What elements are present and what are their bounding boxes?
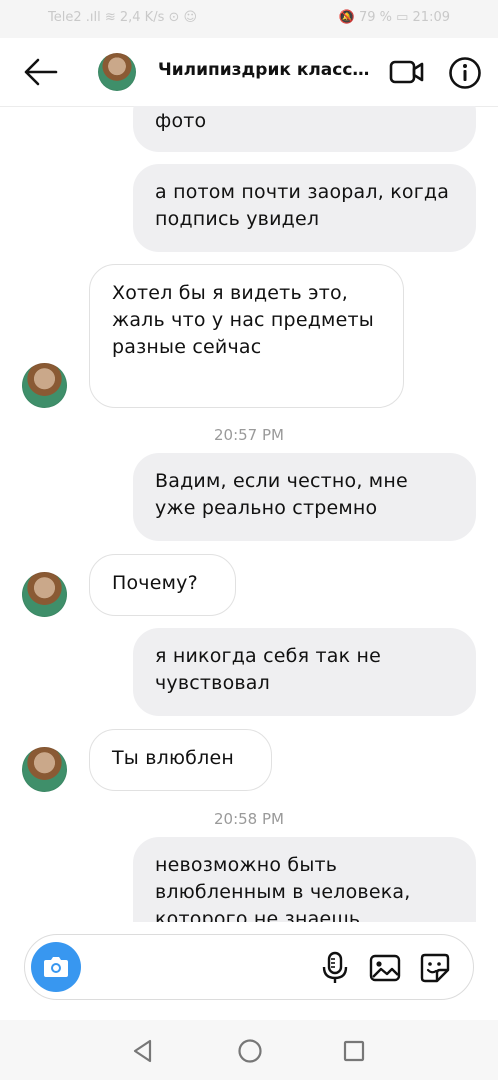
microphone-icon bbox=[322, 951, 348, 983]
chat-header: Чилипиздрик класс… bbox=[0, 38, 498, 107]
back-button[interactable] bbox=[20, 54, 60, 90]
avatar[interactable] bbox=[22, 572, 67, 617]
timestamp: 20:58 PM bbox=[214, 810, 284, 828]
timestamp: 20:57 PM bbox=[214, 426, 284, 444]
status-bar: Tele2 .ıll ≋ 2,4 K/s ⊙ ☺ 🔕 79 % ▭ 21:09 bbox=[0, 0, 498, 38]
message-text: невозможно быть влюбленным в человека, к… bbox=[155, 854, 411, 922]
circle-home-icon bbox=[238, 1039, 262, 1063]
message-text: Вадим, если честно, мне уже реально стре… bbox=[155, 470, 408, 519]
message-list[interactable]: фото а потом почти заорал, когда подпись… bbox=[0, 106, 498, 922]
message-text: а потом почти заорал, когда подпись увид… bbox=[155, 181, 450, 230]
avatar[interactable] bbox=[22, 747, 67, 792]
avatar[interactable] bbox=[22, 363, 67, 408]
camera-button[interactable] bbox=[31, 942, 81, 992]
message-bubble-incoming[interactable]: Почему? bbox=[89, 554, 236, 616]
video-call-button[interactable] bbox=[388, 56, 426, 88]
message-text: Ты влюблен bbox=[112, 747, 234, 769]
triangle-back-icon bbox=[133, 1039, 152, 1063]
message-text: фото bbox=[155, 110, 207, 132]
status-right: 🔕 79 % ▭ 21:09 bbox=[338, 10, 450, 25]
message-text: я никогда себя так не чувствовал bbox=[155, 645, 382, 694]
arrow-left-icon bbox=[24, 58, 58, 86]
avatar[interactable] bbox=[98, 53, 136, 91]
info-button[interactable] bbox=[448, 56, 482, 90]
sticker-button[interactable] bbox=[419, 952, 451, 984]
sticker-icon bbox=[420, 953, 450, 983]
camera-icon bbox=[44, 957, 68, 977]
video-camera-icon bbox=[389, 60, 424, 84]
nav-back-button[interactable] bbox=[130, 1038, 156, 1064]
message-bubble-incoming[interactable]: Ты влюблен bbox=[89, 729, 272, 791]
message-bubble-outgoing[interactable]: невозможно быть влюбленным в человека, к… bbox=[133, 837, 476, 922]
message-bubble-outgoing[interactable]: а потом почти заорал, когда подпись увид… bbox=[133, 164, 476, 252]
message-bubble-outgoing[interactable]: фото bbox=[133, 106, 476, 152]
message-text: Почему? bbox=[112, 572, 198, 594]
message-bubble-outgoing[interactable]: Вадим, если честно, мне уже реально стре… bbox=[133, 453, 476, 541]
microphone-button[interactable] bbox=[321, 951, 349, 985]
message-bubble-outgoing[interactable]: я никогда себя так не чувствовал bbox=[133, 628, 476, 716]
nav-recents-button[interactable] bbox=[342, 1039, 366, 1063]
system-navigation-bar bbox=[0, 1020, 498, 1080]
message-text: Хотел бы я видеть это, жаль что у нас пр… bbox=[112, 282, 374, 358]
chat-title[interactable]: Чилипиздрик класс… bbox=[158, 60, 378, 80]
message-composer[interactable] bbox=[24, 934, 474, 1000]
gallery-button[interactable] bbox=[369, 953, 401, 983]
nav-home-button[interactable] bbox=[237, 1038, 263, 1064]
square-recents-icon bbox=[343, 1040, 365, 1062]
info-icon bbox=[449, 57, 481, 89]
status-left: Tele2 .ıll ≋ 2,4 K/s ⊙ ☺ bbox=[48, 10, 198, 25]
image-gallery-icon bbox=[369, 954, 401, 982]
message-bubble-incoming[interactable]: Хотел бы я видеть это, жаль что у нас пр… bbox=[89, 264, 404, 408]
